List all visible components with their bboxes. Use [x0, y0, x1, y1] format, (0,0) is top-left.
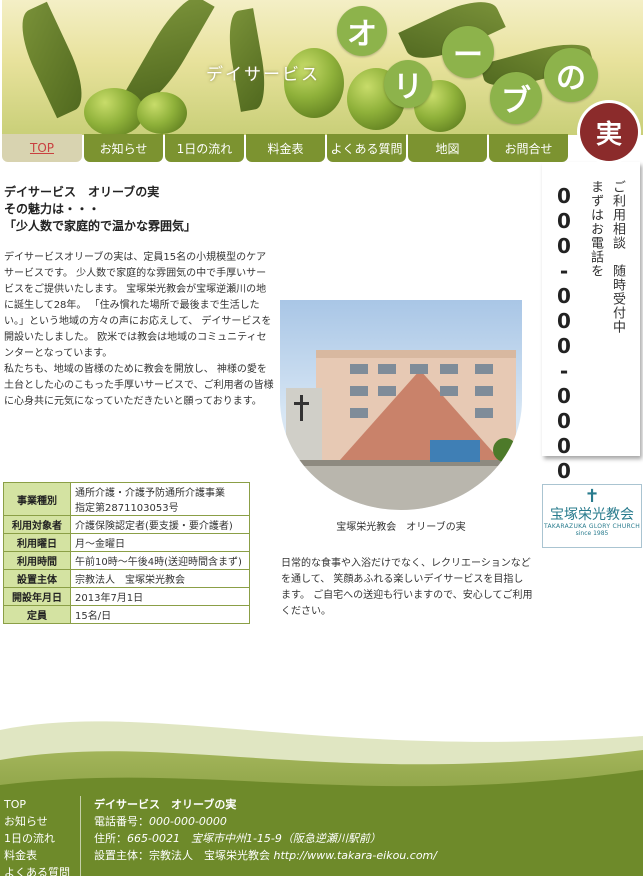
- table-value: 2013年7月1日: [70, 587, 250, 606]
- table-row: 利用対象者 介護保険認定者(要支援・要介護者): [3, 515, 250, 534]
- footer-org-line: 設置主体：宗教法人 宝塚栄光教会 http://www.takara-eikou…: [94, 847, 437, 864]
- contact-subheading: まずはお電話を: [588, 180, 603, 278]
- intro-heading-line2: その魅力は・・・: [4, 202, 101, 216]
- brand-char-mi: 実: [580, 103, 638, 161]
- table-label: 設置主体: [3, 569, 71, 588]
- intro-paragraph: デイサービスオリーブの実は、定員15名の小規模型のケアサービスです。 少人数で家…: [4, 252, 272, 359]
- footer-nav: TOP お知らせ 1日の流れ 料金表 よくある質問: [4, 796, 70, 881]
- table-value: 午前10時～午後4時(送迎時間含まず): [70, 551, 250, 570]
- table-row: 開設年月日 2013年7月1日: [3, 587, 250, 606]
- footer-divider: [80, 796, 81, 876]
- footer-address-label: 住所：: [94, 832, 127, 845]
- service-description: 日常的な食事や入浴だけでなく、レクリエーションなどを通して、 笑顔あふれる楽しい…: [281, 558, 533, 617]
- header-banner: デイサービス オ リ ー ブ の: [2, 0, 643, 135]
- nav-map[interactable]: 地図: [408, 134, 487, 162]
- table-row: 利用曜日 月～金曜日: [3, 533, 250, 552]
- contact-heading: ご利用相談 随時受付中: [610, 180, 625, 334]
- table-row: 定員 15名/日: [3, 605, 250, 624]
- footer-link-top[interactable]: TOP: [4, 796, 70, 813]
- table-label: 利用曜日: [3, 533, 71, 552]
- table-label: 利用時間: [3, 551, 71, 570]
- olive-fruit-decoration: [84, 88, 144, 135]
- nav-news[interactable]: お知らせ: [84, 134, 163, 162]
- logo-english: TAKARAZUKA GLORY CHURCH: [543, 523, 641, 530]
- table-row: 利用時間 午前10時～午後4時(送迎時間含まず): [3, 551, 250, 570]
- table-value: 宗教法人 宝塚栄光教会: [70, 569, 250, 588]
- main-nav: TOP お知らせ 1日の流れ 料金表 よくある質問 地図 お問合せ: [2, 134, 568, 162]
- brand-subtitle: デイサービス: [206, 65, 320, 85]
- footer-tel[interactable]: 000-000-0000: [149, 815, 227, 828]
- footer-tel-line: 電話番号：000-000-0000: [94, 813, 437, 830]
- table-value: 15名/日: [70, 605, 250, 624]
- table-row: 事業種別 通所介護・介護予防通所介護事業 指定第2871103053号: [3, 482, 250, 516]
- footer-link-pricing[interactable]: 料金表: [4, 847, 70, 864]
- intro-heading-line3: 「少人数で家庭的で温かな雰囲気」: [4, 219, 197, 233]
- nav-daily-schedule[interactable]: 1日の流れ: [165, 134, 244, 162]
- brand-char-o: オ: [337, 6, 387, 56]
- church-logo[interactable]: ✝ 宝塚栄光教会 TAKARAZUKA GLORY CHURCH since 1…: [542, 484, 642, 548]
- cross-icon: ✝: [584, 486, 600, 507]
- intro-paragraph: 私たちも、地域の皆様のために教会を開放し、 神様の愛を土台とした心のこもった手厚…: [4, 364, 274, 407]
- church-building-photo: [280, 300, 522, 510]
- footer-org-label: 設置主体：宗教法人 宝塚栄光教会: [94, 849, 274, 862]
- logo-name: 宝塚栄光教会: [550, 507, 634, 523]
- brand-char-ri: リ: [384, 60, 432, 108]
- footer-tel-label: 電話番号：: [94, 815, 149, 828]
- footer-address-line: 住所：665-0021 宝塚市中州1-15-9（阪急逆瀬川駅前）: [94, 830, 437, 847]
- intro-heading-line1: デイサービス オリーブの実: [4, 185, 160, 199]
- brand-char-bu: ブ: [490, 72, 542, 124]
- intro-heading: デイサービス オリーブの実 その魅力は・・・ 「少人数で家庭的で温かな雰囲気」: [4, 184, 274, 235]
- table-label: 事業種別: [3, 482, 71, 516]
- nav-pricing[interactable]: 料金表: [246, 134, 325, 162]
- footer-url-link[interactable]: http://www.takara-eikou.com/: [274, 849, 437, 862]
- nav-top[interactable]: TOP: [2, 134, 82, 162]
- footer-facility-name: デイサービス オリーブの実: [94, 798, 237, 811]
- table-label: 利用対象者: [3, 515, 71, 534]
- table-value: 介護保険認定者(要支援・要介護者): [70, 515, 250, 534]
- nav-contact[interactable]: お問合せ: [489, 134, 568, 162]
- service-info-table: 事業種別 通所介護・介護予防通所介護事業 指定第2871103053号 利用対象…: [3, 482, 250, 624]
- brand-char-dash: ー: [442, 26, 494, 78]
- logo-since: since 1985: [575, 530, 609, 537]
- nav-faq[interactable]: よくある質問: [327, 134, 406, 162]
- footer-address: 665-0021 宝塚市中州1-15-9（阪急逆瀬川駅前）: [127, 832, 381, 845]
- footer-link-daily-schedule[interactable]: 1日の流れ: [4, 830, 70, 847]
- intro-body: デイサービスオリーブの実は、定員15名の小規模型のケアサービスです。 少人数で家…: [4, 250, 274, 410]
- photo-caption: 宝塚栄光教会 オリーブの実: [336, 522, 466, 533]
- contact-box: ご利用相談 随時受付中 まずはお電話を 000-000-0000: [542, 162, 640, 484]
- table-row: 設置主体 宗教法人 宝塚栄光教会: [3, 569, 250, 588]
- table-label: 開設年月日: [3, 587, 71, 606]
- footer-link-faq[interactable]: よくある質問: [4, 864, 70, 881]
- table-value: 月～金曜日: [70, 533, 250, 552]
- table-label: 定員: [3, 605, 71, 624]
- olive-fruit-decoration: [137, 92, 187, 134]
- footer-info: デイサービス オリーブの実 電話番号：000-000-0000 住所：665-0…: [94, 796, 437, 864]
- phone-number[interactable]: 000-000-0000: [552, 184, 576, 484]
- footer-link-news[interactable]: お知らせ: [4, 813, 70, 830]
- building-illustration: [280, 350, 522, 510]
- brand-char-no: の: [544, 48, 598, 102]
- table-value: 通所介護・介護予防通所介護事業 指定第2871103053号: [70, 482, 250, 516]
- olive-leaf-decoration: [10, 1, 94, 119]
